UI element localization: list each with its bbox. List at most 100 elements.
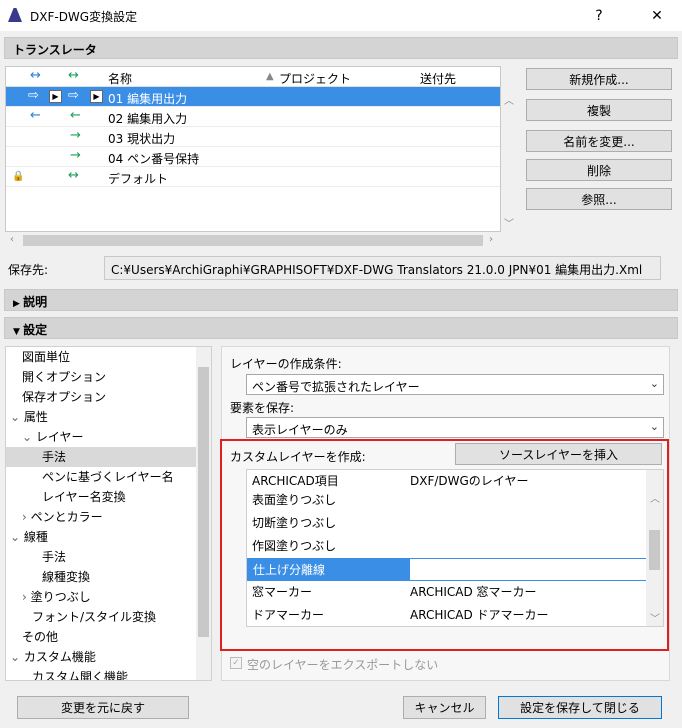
bidirectional-arrow-icon: ↔ xyxy=(68,68,79,83)
scrollbar-thumb[interactable] xyxy=(23,235,483,246)
translator-name: 01 編集用出力 xyxy=(108,92,188,106)
export-arrow-icon: → xyxy=(70,128,81,143)
archicad-app-icon xyxy=(8,8,22,22)
scrollbar-thumb[interactable] xyxy=(198,367,209,637)
settings-tree: 図面単位 開くオプション 保存オプション ⌄ 属性 ⌄ レイヤー 手法 ペンに基… xyxy=(5,346,212,681)
scroll-up-icon[interactable]: ︿ xyxy=(650,490,660,505)
insert-source-layer-button[interactable]: ソースレイヤーを挿入 xyxy=(455,443,662,465)
scrollbar-thumb[interactable] xyxy=(649,530,660,570)
export-arrow-icon: ⇨ xyxy=(28,88,39,103)
layer-condition-select[interactable]: ペン番号で拡張されたレイヤー ⌄ xyxy=(246,374,664,395)
new-translator-button[interactable]: 新規作成... xyxy=(526,68,672,90)
tree-vscrollbar[interactable] xyxy=(196,347,211,680)
tree-item-open-options[interactable]: 開くオプション xyxy=(22,367,106,387)
lock-icon: 🔒 xyxy=(12,171,25,182)
chevron-down-icon: ⌄ xyxy=(649,420,659,433)
chevron-down-icon[interactable]: ⌄ xyxy=(10,650,20,664)
title-bar: DXF-DWG変換設定 ? ✕ xyxy=(0,0,682,31)
cancel-button[interactable]: キャンセル xyxy=(403,696,486,719)
export-empty-layers-label: 空のレイヤーをエクスポートしない xyxy=(247,658,439,672)
translator-name: 02 編集用入力 xyxy=(108,112,188,126)
delete-button[interactable]: 削除 xyxy=(526,159,672,181)
tree-item-layer[interactable]: ⌄ レイヤー xyxy=(22,427,84,447)
scroll-right-icon[interactable]: › xyxy=(489,234,493,245)
layer-row[interactable]: 窓マーカー ARCHICAD 窓マーカー xyxy=(247,581,647,604)
tree-item-pen-color[interactable]: › ペンとカラー xyxy=(22,507,103,527)
translator-row[interactable]: ← ← 02 編集用入力 xyxy=(6,107,500,127)
chevron-right-icon[interactable]: › xyxy=(22,510,27,524)
export-empty-layers-checkbox[interactable]: ✓ xyxy=(230,657,242,669)
browse-button[interactable]: 参照... xyxy=(526,188,672,210)
chevron-down-icon[interactable]: ⌄ xyxy=(22,430,32,444)
tree-item-font-style[interactable]: フォント/スタイル変換 xyxy=(32,607,156,627)
export-arrow-icon: → xyxy=(70,148,81,163)
bidirectional-arrow-icon: ↔ xyxy=(30,68,41,83)
translator-row[interactable]: 🔒 ↔ デフォルト xyxy=(6,167,500,187)
tree-item-attributes[interactable]: ⌄ 属性 xyxy=(10,407,48,427)
help-button[interactable]: ? xyxy=(576,0,622,31)
bidirectional-arrow-icon: ↔ xyxy=(68,168,79,183)
layer-list-vscrollbar[interactable]: ︿ ﹀ xyxy=(646,470,663,626)
tree-item-linetype[interactable]: ⌄ 線種 xyxy=(10,527,48,547)
layer-row-editing[interactable]: 仕上げ分離線 xyxy=(247,558,647,581)
layer-row[interactable]: 表面塗りつぶし xyxy=(247,489,647,512)
translator-list: ↔ ↔ 名称 ▲ プロジェクト 送付先 ⇨ ▶ ⇨ ▶ 01 編集用出力 ← ←… xyxy=(5,66,501,232)
description-section-header[interactable]: ▶ 説明 xyxy=(4,289,678,311)
settings-section-header[interactable]: ▼ 設定 xyxy=(4,317,678,339)
save-location-path: C:¥Users¥ArchiGraphi¥GRAPHISOFT¥DXF-DWG … xyxy=(104,256,661,280)
tree-item-drawing-unit[interactable]: 図面単位 xyxy=(22,347,70,367)
chevron-down-icon[interactable]: ⌄ xyxy=(10,530,20,544)
rename-button[interactable]: 名前を変更... xyxy=(526,130,672,152)
save-elements-select[interactable]: 表示レイヤーのみ ⌄ xyxy=(246,417,664,438)
tree-item-linetype-conversion[interactable]: 線種変換 xyxy=(42,567,90,587)
column-header-sendto[interactable]: 送付先 xyxy=(420,70,456,87)
expand-right-icon: ▶ xyxy=(13,299,24,309)
scroll-down-icon[interactable]: ﹀ xyxy=(650,610,660,625)
scroll-up-icon[interactable]: ︿ xyxy=(504,92,514,107)
translator-list-hscrollbar[interactable]: ‹ › xyxy=(5,232,501,249)
chevron-down-icon[interactable]: ⌄ xyxy=(10,410,20,424)
chevron-down-icon: ⌄ xyxy=(649,377,659,390)
column-header-name[interactable]: 名称 xyxy=(108,70,132,87)
chevron-right-icon[interactable]: › xyxy=(22,590,27,604)
tree-item-custom-open[interactable]: カスタム開く機能 xyxy=(32,667,128,680)
tree-item-layer-name-conversion[interactable]: レイヤー名変換 xyxy=(42,487,126,507)
sort-ascending-icon: ▲ xyxy=(266,71,274,82)
undo-changes-button[interactable]: 変更を元に戻す xyxy=(17,696,189,719)
duplicate-button[interactable]: 複製 xyxy=(526,99,672,121)
layer-row[interactable]: 作図塗りつぶし xyxy=(247,535,647,558)
translator-row[interactable]: → 04 ペン番号保持 xyxy=(6,147,500,167)
tree-item-fill[interactable]: › 塗りつぶし xyxy=(22,587,91,607)
tree-item-linetype-method[interactable]: 手法 xyxy=(42,547,66,567)
tree-item-save-options[interactable]: 保存オプション xyxy=(22,387,106,407)
translator-row[interactable]: ⇨ ▶ ⇨ ▶ 01 編集用出力 xyxy=(6,87,500,107)
save-elements-label: 要素を保存: xyxy=(230,401,295,415)
play-icon[interactable]: ▶ xyxy=(90,90,103,103)
tree-item-other[interactable]: その他 xyxy=(22,627,58,647)
translator-list-header: ↔ ↔ 名称 ▲ プロジェクト 送付先 xyxy=(6,67,500,87)
custom-layer-list: ARCHICAD項目 DXF/DWGのレイヤー 表面塗りつぶし 切断塗りつぶし … xyxy=(246,469,664,627)
window-title: DXF-DWG変換設定 xyxy=(30,10,138,24)
layer-row[interactable]: 切断塗りつぶし xyxy=(247,512,647,535)
export-arrow-icon: ⇨ xyxy=(68,88,79,103)
import-arrow-icon: ← xyxy=(30,108,41,123)
expand-down-icon: ▼ xyxy=(13,327,24,337)
layer-condition-label: レイヤーの作成条件: xyxy=(230,357,342,371)
tree-item-pen-layer-name[interactable]: ペンに基づくレイヤー名 xyxy=(42,467,174,487)
scroll-down-icon[interactable]: ﹀ xyxy=(504,215,514,230)
scroll-left-icon[interactable]: ‹ xyxy=(10,234,14,245)
save-and-close-button[interactable]: 設定を保存して閉じる xyxy=(498,696,662,719)
layer-row[interactable]: ドアマーカー ARCHICAD ドアマーカー xyxy=(247,604,647,626)
translator-name: 04 ペン番号保持 xyxy=(108,152,200,166)
play-icon[interactable]: ▶ xyxy=(49,90,62,103)
tree-item-layer-method[interactable]: 手法 xyxy=(42,447,66,467)
translator-section-header[interactable]: トランスレータ xyxy=(4,37,678,59)
import-arrow-icon: ← xyxy=(70,108,81,123)
tree-item-custom-functions[interactable]: ⌄ カスタム機能 xyxy=(10,647,96,667)
tree-selection-highlight xyxy=(6,447,198,467)
translator-name: 03 現状出力 xyxy=(108,132,176,146)
save-location-label: 保存先: xyxy=(8,263,49,277)
translator-row[interactable]: → 03 現状出力 xyxy=(6,127,500,147)
close-button[interactable]: ✕ xyxy=(634,0,680,31)
column-header-project[interactable]: プロジェクト xyxy=(279,70,351,87)
